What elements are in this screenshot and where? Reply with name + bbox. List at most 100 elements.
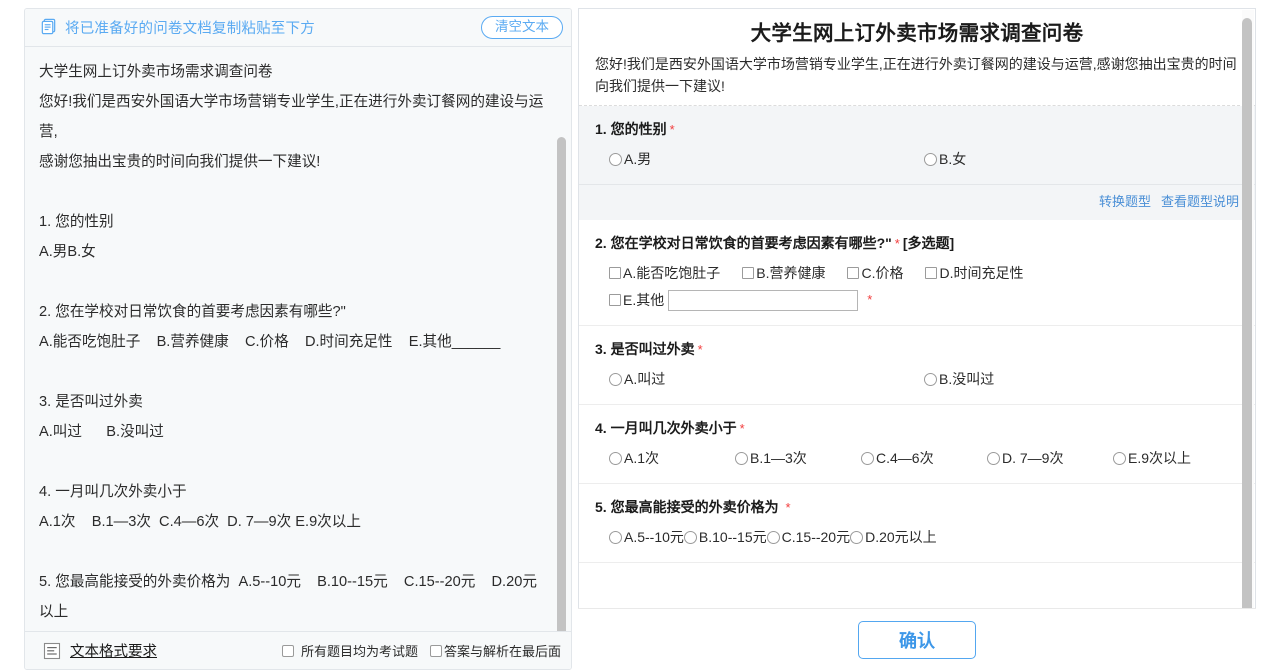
question-list: 1. 您的性别 * A.男 B.女 转换题型 查看题型说明 2. 您在学校对日常饮食的首要考…	[579, 106, 1255, 563]
question-number: 1.	[595, 121, 607, 137]
option-label: C.4—6次	[876, 450, 934, 466]
paste-panel-footer: 文本格式要求 所有题目均为考试题 答案与解析在最后面	[25, 631, 571, 669]
checkbox-answers-at-end[interactable]: 答案与解析在最后面	[429, 641, 561, 660]
checkbox-box[interactable]	[281, 644, 294, 657]
option-label: A.男	[624, 151, 652, 167]
question-text: 您最高能接受的外卖价格为	[610, 499, 783, 515]
radio-icon[interactable]	[861, 451, 874, 465]
change-question-type-link[interactable]: 转换题型	[1099, 194, 1151, 209]
option-radio[interactable]: D.20元以上	[850, 525, 937, 549]
radio-icon[interactable]	[850, 530, 864, 544]
radio-icon[interactable]	[683, 530, 697, 544]
option-label: B.没叫过	[939, 371, 995, 387]
question-title: 5. 您最高能接受的外卖价格为 *	[595, 496, 1239, 519]
option-list: A.5--10元 B.10--15元 C.15--20元 D.20元以上	[595, 525, 1239, 552]
question-text: 是否叫过外卖	[610, 341, 695, 357]
other-option-input[interactable]	[668, 289, 859, 311]
question-block[interactable]: 1. 您的性别 * A.男 B.女转换题型 查看题型说明	[579, 106, 1255, 220]
option-checkbox[interactable]: A.能否吃饱肚子	[609, 261, 720, 285]
radio-icon[interactable]	[609, 152, 622, 166]
option-radio[interactable]: B.没叫过	[924, 367, 1239, 391]
option-radio[interactable]: A.1次	[609, 446, 735, 470]
option-label: A.1次	[624, 450, 660, 466]
question-type-tag: [多选题]	[902, 235, 955, 251]
copy-document-icon	[39, 18, 58, 37]
required-asterisk: *	[669, 122, 675, 137]
question-block[interactable]: 2. 您在学校对日常饮食的首要考虑因素有哪些?" * [多选题] A.能否吃饱肚子 B.…	[579, 220, 1255, 326]
option-label: A.叫过	[624, 371, 666, 387]
option-radio[interactable]: B.女	[924, 147, 1239, 171]
option-label: C.价格	[861, 265, 904, 281]
radio-icon[interactable]	[766, 530, 780, 544]
question-block[interactable]: 4. 一月叫几次外卖小于 * A.1次 B.1—3次 C.4—6次 D. 7—9次 E.9次…	[579, 405, 1255, 484]
checkbox-icon[interactable]	[742, 267, 755, 279]
text-format-icon	[43, 642, 61, 660]
left-panel-scrollbar-track[interactable]	[557, 55, 569, 669]
document-line: 1. 您的性别	[39, 214, 114, 230]
confirm-button[interactable]: 确认	[858, 621, 976, 659]
radio-icon[interactable]	[924, 372, 937, 386]
option-checkbox[interactable]: B.营养健康	[742, 261, 825, 285]
option-list: A.1次 B.1—3次 C.4—6次 D. 7—9次 E.9次以上	[595, 446, 1239, 473]
question-text: 一月叫几次外卖小于	[610, 420, 737, 436]
checkbox-box[interactable]	[429, 644, 442, 657]
checkbox-icon[interactable]	[609, 294, 621, 306]
checkbox-all-exam-questions[interactable]: 所有题目均为考试题	[281, 641, 418, 660]
option-radio[interactable]: C.4—6次	[861, 446, 987, 470]
radio-icon[interactable]	[1113, 451, 1126, 465]
option-radio[interactable]: E.9次以上	[1113, 446, 1239, 470]
radio-icon[interactable]	[987, 451, 1000, 465]
question-action-bar: 转换题型 查看题型说明	[579, 184, 1255, 218]
option-other[interactable]: E.其他 *	[609, 288, 1239, 312]
questionnaire-title: 大学生网上订外卖市场需求调查问卷	[750, 22, 1084, 45]
text-format-requirements-link[interactable]: 文本格式要求	[70, 640, 157, 661]
question-text: 您的性别	[610, 121, 667, 137]
paste-document-panel: 将已准备好的问卷文档复制粘贴至下方 清空文本 大学生网上订外卖市场需求调查问卷您…	[24, 8, 572, 670]
option-label: A.能否吃饱肚子	[623, 265, 721, 281]
option-checkbox[interactable]: C.价格	[847, 261, 903, 285]
question-block[interactable]: 5. 您最高能接受的外卖价格为 * A.5--10元 B.10--15元 C.15--…	[579, 484, 1255, 563]
required-asterisk: *	[785, 500, 791, 515]
required-asterisk: *	[894, 236, 900, 251]
question-number: 3.	[595, 341, 607, 357]
question-block[interactable]: 3. 是否叫过外卖 * A.叫过 B.没叫过	[579, 326, 1255, 405]
document-line: A.男B.女	[39, 244, 96, 260]
checkbox-icon[interactable]	[925, 267, 938, 279]
option-radio[interactable]: B.1—3次	[735, 446, 861, 470]
checkbox-icon[interactable]	[847, 267, 860, 279]
pasted-document-text[interactable]: 大学生网上订外卖市场需求调查问卷 您好!我们是西安外国语大学市场营销专业学生,正在…	[25, 47, 571, 633]
option-radio[interactable]: B.10--15元	[683, 525, 767, 549]
option-radio[interactable]: D. 7—9次	[987, 446, 1113, 470]
clear-text-button[interactable]: 清空文本	[481, 16, 563, 39]
option-label: B.营养健康	[756, 265, 826, 281]
option-label: C.15--20元	[781, 529, 851, 545]
question-number: 2.	[595, 235, 607, 251]
document-line: A.叫过 B.没叫过	[39, 424, 164, 440]
radio-icon[interactable]	[924, 152, 937, 166]
option-checkbox[interactable]: D.时间充足性	[925, 261, 1023, 285]
radio-icon[interactable]	[609, 451, 622, 465]
view-question-type-help-link[interactable]: 查看题型说明	[1161, 194, 1239, 209]
question-title: 1. 您的性别 *	[595, 118, 1239, 141]
left-panel-scrollbar-thumb[interactable]	[557, 137, 566, 669]
question-title: 3. 是否叫过外卖 *	[595, 338, 1239, 361]
preview-scrollbar-track[interactable]	[1242, 10, 1254, 662]
radio-icon[interactable]	[609, 530, 622, 544]
option-radio[interactable]: C.15--20元	[766, 525, 851, 549]
option-radio[interactable]: A.叫过	[609, 367, 924, 391]
checkbox-label: 所有题目均为考试题	[300, 644, 418, 659]
preview-scrollbar-thumb[interactable]	[1242, 18, 1252, 620]
radio-icon[interactable]	[609, 372, 622, 386]
radio-icon[interactable]	[735, 451, 748, 465]
checkbox-icon[interactable]	[609, 267, 621, 279]
document-line: 3. 是否叫过外卖	[39, 394, 143, 410]
question-number: 5.	[595, 499, 607, 515]
footer-options: 所有题目均为考试题 答案与解析在最后面	[281, 641, 561, 660]
option-radio[interactable]: A.5--10元	[609, 525, 684, 549]
option-label: D. 7—9次	[1002, 450, 1064, 466]
option-radio[interactable]: A.男	[609, 147, 924, 171]
